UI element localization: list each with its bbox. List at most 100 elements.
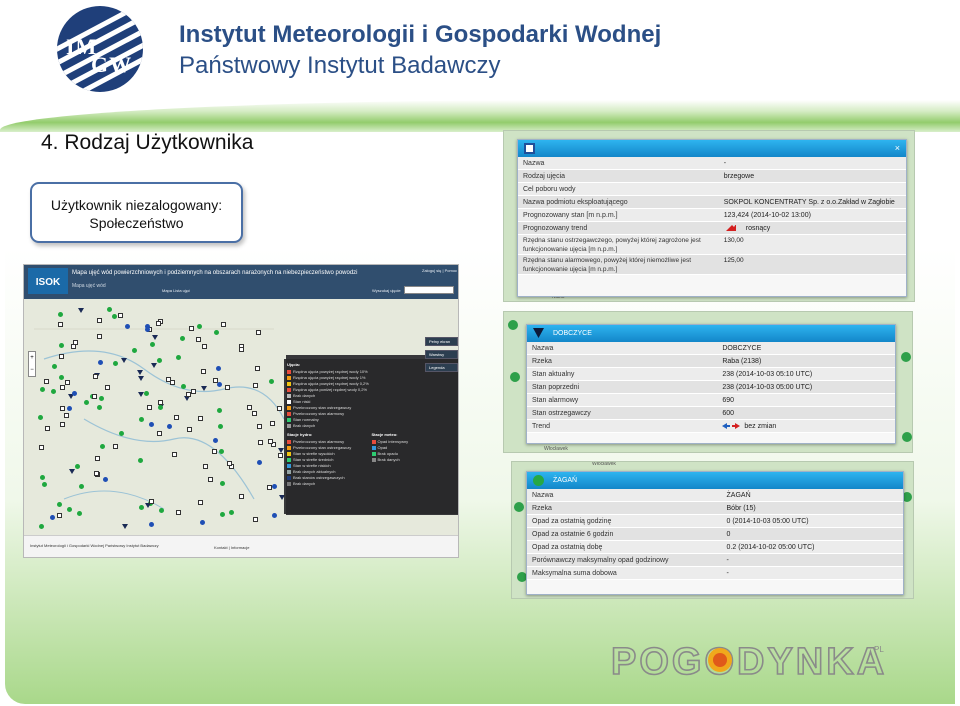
map-marker-icon[interactable]: [202, 464, 208, 469]
map-marker-icon[interactable]: [254, 365, 260, 371]
map-search-input[interactable]: [404, 286, 454, 294]
map-marker-icon[interactable]: [197, 416, 203, 422]
map-marker-icon[interactable]: [251, 411, 257, 417]
map-marker-icon[interactable]: [252, 383, 258, 389]
map-marker-icon[interactable]: [165, 376, 171, 382]
map-marker-icon[interactable]: [180, 383, 186, 389]
map-marker-icon[interactable]: [221, 321, 227, 327]
map-marker-icon[interactable]: [151, 334, 158, 340]
map-marker-icon[interactable]: [137, 458, 143, 464]
map-marker-icon[interactable]: [276, 405, 282, 411]
map-marker-icon[interactable]: [225, 385, 231, 391]
map-marker-icon[interactable]: [190, 389, 196, 395]
map-marker-icon[interactable]: [106, 307, 112, 312]
map-marker-icon[interactable]: [43, 378, 49, 384]
map-footer-links[interactable]: Kontakt | Informacje: [214, 545, 250, 550]
map-marker-icon[interactable]: [72, 339, 78, 345]
map-marker-icon[interactable]: [119, 430, 125, 436]
map-marker-icon[interactable]: [179, 336, 185, 342]
map-marker-icon[interactable]: [147, 404, 153, 410]
map-marker-icon[interactable]: [118, 313, 123, 319]
map-marker-icon[interactable]: [58, 353, 64, 359]
map-marker-icon[interactable]: [137, 376, 144, 382]
map-legend-button[interactable]: Legenda: [425, 363, 458, 372]
map-marker-icon[interactable]: [239, 494, 245, 500]
map-marker-icon[interactable]: [42, 481, 48, 487]
map-marker-icon[interactable]: [211, 448, 217, 454]
map-marker-icon[interactable]: [121, 523, 128, 529]
map-marker-icon[interactable]: [92, 393, 98, 399]
map-marker-icon[interactable]: [83, 400, 89, 406]
map-marker-icon[interactable]: [78, 307, 85, 313]
map-marker-icon[interactable]: [64, 413, 70, 419]
map-marker-icon[interactable]: [94, 456, 100, 462]
map-marker-icon[interactable]: [255, 330, 261, 336]
map-marker-icon[interactable]: [58, 322, 64, 328]
map-marker-icon[interactable]: [175, 354, 181, 360]
map-marker-icon[interactable]: [51, 364, 57, 369]
map-marker-icon[interactable]: [94, 471, 100, 477]
map-marker-icon[interactable]: [189, 326, 194, 332]
map-marker-icon[interactable]: [99, 443, 105, 449]
map-marker-icon[interactable]: [144, 323, 150, 329]
map-canvas[interactable]: + − Ujęcia: Rzędna ujęcia powyżej rzędnej…: [24, 299, 458, 535]
map-marker-icon[interactable]: [270, 421, 276, 427]
map-marker-icon[interactable]: [59, 422, 65, 428]
map-marker-icon[interactable]: [200, 369, 206, 375]
map-marker-icon[interactable]: [156, 431, 162, 437]
map-top-links[interactable]: Zaloguj się | Pomoc: [422, 268, 457, 273]
map-zoom-control[interactable]: + −: [28, 351, 36, 377]
map-marker-icon[interactable]: [97, 334, 103, 340]
map-marker-icon[interactable]: [217, 424, 223, 430]
map-marker-icon[interactable]: [93, 373, 99, 379]
map-nav[interactable]: Mapa Lista ujęć: [162, 288, 190, 293]
map-marker-icon[interactable]: [247, 404, 253, 410]
map-marker-icon[interactable]: [201, 344, 207, 350]
map-marker-icon[interactable]: [175, 509, 181, 515]
map-marker-icon[interactable]: [38, 444, 44, 450]
map-marker-icon[interactable]: [79, 483, 85, 489]
map-marker-icon[interactable]: [149, 499, 155, 505]
map-marker-icon[interactable]: [112, 443, 118, 449]
map-marker-icon[interactable]: [186, 426, 192, 432]
map-marker-icon[interactable]: [172, 451, 178, 457]
map-marker-icon[interactable]: [228, 510, 234, 516]
map-marker-icon[interactable]: [238, 346, 244, 352]
map-marker-icon[interactable]: [219, 480, 225, 486]
map-marker-icon[interactable]: [170, 380, 176, 386]
map-marker-icon[interactable]: [197, 500, 203, 506]
map-marker-icon[interactable]: [76, 511, 82, 517]
map-marker-icon[interactable]: [257, 424, 263, 430]
map-marker-icon[interactable]: [60, 406, 66, 412]
map-fullscreen-button[interactable]: Pełny ekran: [425, 337, 458, 346]
map-marker-icon[interactable]: [207, 477, 213, 482]
map-marker-icon[interactable]: [67, 506, 73, 512]
map-marker-icon[interactable]: [173, 415, 179, 421]
map-marker-icon[interactable]: [213, 378, 219, 384]
map-marker-icon[interactable]: [59, 385, 65, 391]
map-marker-icon[interactable]: [132, 347, 138, 353]
map-marker-icon[interactable]: [200, 386, 207, 392]
map-marker-icon[interactable]: [213, 437, 219, 443]
map-marker-icon[interactable]: [226, 460, 232, 466]
map-marker-icon[interactable]: [267, 439, 273, 445]
map-marker-icon[interactable]: [138, 392, 145, 398]
map-marker-icon[interactable]: [98, 396, 104, 402]
map-marker-icon[interactable]: [58, 343, 64, 349]
map-marker-icon[interactable]: [57, 311, 63, 317]
map-marker-icon[interactable]: [150, 362, 157, 368]
map-marker-icon[interactable]: [149, 341, 155, 347]
map-marker-icon[interactable]: [50, 388, 56, 394]
map-marker-icon[interactable]: [257, 440, 263, 446]
map-marker-icon[interactable]: [111, 313, 117, 319]
map-marker-icon[interactable]: [252, 517, 258, 523]
map-marker-icon[interactable]: [39, 386, 45, 392]
map-marker-icon[interactable]: [57, 512, 63, 518]
map-marker-icon[interactable]: [158, 508, 164, 514]
map-marker-icon[interactable]: [121, 358, 128, 364]
map-marker-icon[interactable]: [148, 521, 154, 527]
map-marker-icon[interactable]: [195, 337, 201, 343]
map-marker-icon[interactable]: [67, 405, 73, 411]
map-marker-icon[interactable]: [104, 385, 110, 391]
map-marker-icon[interactable]: [156, 321, 162, 327]
